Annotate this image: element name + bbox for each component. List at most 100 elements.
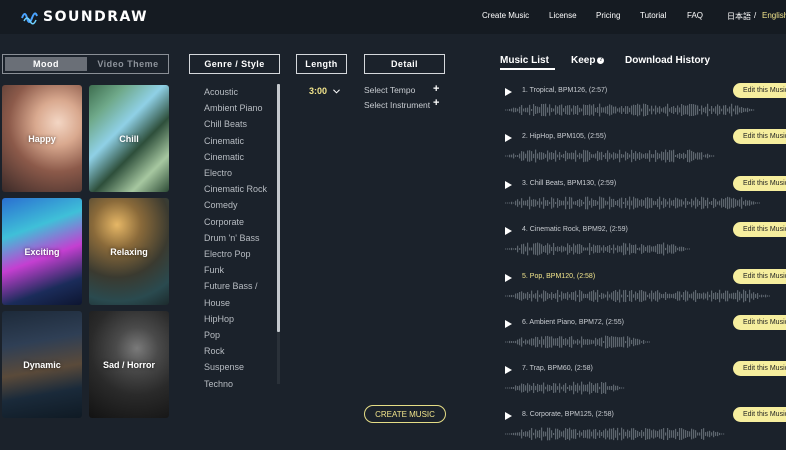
genre-item[interactable]: Drum 'n' Bass — [204, 230, 276, 246]
lang-english[interactable]: English — [762, 11, 786, 20]
genre-item[interactable]: Future Bass / — [204, 278, 276, 294]
nav-tutorial[interactable]: Tutorial — [640, 11, 666, 20]
mood-card-exciting[interactable]: Exciting — [2, 198, 82, 305]
top-header: SOUNDRAW Create Music License Pricing Tu… — [0, 0, 786, 34]
mood-tab-group: Mood Video Theme — [2, 54, 169, 74]
waveform[interactable] — [505, 242, 690, 256]
play-icon[interactable] — [505, 366, 512, 374]
waveform[interactable] — [505, 381, 625, 395]
play-icon[interactable] — [505, 181, 512, 189]
plus-icon[interactable]: + — [433, 83, 439, 95]
lang-japanese[interactable]: 日本語 — [727, 11, 751, 22]
mood-label: Happy — [28, 133, 56, 144]
mood-label: Relaxing — [110, 246, 148, 257]
genre-scrollbar-thumb[interactable] — [277, 84, 280, 332]
track-title: 3. Chill Beats, BPM130, (2:59) — [522, 180, 617, 187]
select-instrument-label: Select Instrument — [364, 100, 431, 110]
edit-this-music-button[interactable]: Edit this Music — [733, 129, 786, 144]
waveform[interactable] — [505, 103, 755, 117]
track-row: 5. Pop, BPM120, (2:58) Edit this Music — [505, 269, 786, 312]
mood-label: Exciting — [24, 246, 60, 257]
genre-style-button[interactable]: Genre / Style — [189, 54, 280, 74]
genre-item[interactable]: Funk — [204, 262, 276, 278]
help-icon[interactable]: ? — [597, 56, 605, 64]
mood-card-chill[interactable]: Chill — [89, 85, 169, 192]
tab-video-theme[interactable]: Video Theme — [89, 57, 167, 71]
waveform[interactable] — [505, 289, 770, 303]
genre-list: Acoustic Ambient Piano Chill Beats Cinem… — [204, 84, 276, 392]
create-music-button[interactable]: CREATE MUSIC — [364, 405, 446, 423]
edit-this-music-button[interactable]: Edit this Music — [733, 176, 786, 191]
soundraw-logo-icon — [21, 12, 38, 25]
detail-button[interactable]: Detail — [364, 54, 445, 74]
waveform[interactable] — [505, 335, 650, 349]
track-title: 1. Tropical, BPM126, (2:57) — [522, 87, 608, 94]
mood-label: Sad / Horror — [102, 359, 155, 370]
genre-item[interactable]: Pop — [204, 327, 276, 343]
select-instrument[interactable]: Select Instrument — [364, 100, 430, 110]
waveform[interactable] — [505, 196, 760, 210]
nav-pricing[interactable]: Pricing — [596, 11, 620, 20]
genre-item[interactable]: Chill Beats — [204, 116, 276, 132]
mood-card-dynamic[interactable]: Dynamic — [2, 311, 82, 418]
genre-item[interactable]: Cinematic Rock — [204, 181, 276, 197]
logo[interactable]: SOUNDRAW — [20, 6, 148, 28]
track-title: 4. Cinematic Rock, BPM92, (2:59) — [522, 226, 628, 233]
genre-item[interactable]: Comedy — [204, 197, 276, 213]
brand-name: SOUNDRAW — [43, 9, 149, 25]
play-icon[interactable] — [505, 412, 512, 420]
length-button[interactable]: Length — [296, 54, 347, 74]
genre-item[interactable]: House — [204, 295, 276, 311]
tab-download-history[interactable]: Download History — [625, 55, 710, 66]
active-tab-underline — [500, 68, 555, 70]
genre-item[interactable]: Cinematic — [204, 149, 276, 165]
track-row: 1. Tropical, BPM126, (2:57) Edit this Mu… — [505, 83, 786, 126]
play-icon[interactable] — [505, 134, 512, 142]
track-title: 7. Trap, BPM60, (2:58) — [522, 365, 593, 372]
mood-label: Dynamic — [23, 359, 61, 370]
genre-item[interactable]: Techno — [204, 376, 276, 392]
tab-music-list[interactable]: Music List — [500, 55, 549, 66]
chevron-down-icon — [333, 88, 340, 94]
track-row: 4. Cinematic Rock, BPM92, (2:59) Edit th… — [505, 222, 786, 265]
mood-card-happy[interactable]: Happy — [2, 85, 82, 192]
genre-item[interactable]: Electro Pop — [204, 246, 276, 262]
nav-create-music[interactable]: Create Music — [482, 11, 529, 20]
edit-this-music-button[interactable]: Edit this Music — [733, 83, 786, 98]
track-title: 6. Ambient Piano, BPM72, (2:55) — [522, 319, 624, 326]
edit-this-music-button[interactable]: Edit this Music — [733, 315, 786, 330]
genre-item[interactable]: Ambient Piano — [204, 100, 276, 116]
genre-item[interactable]: Cinematic — [204, 133, 276, 149]
edit-this-music-button[interactable]: Edit this Music — [733, 407, 786, 422]
nav-license[interactable]: License — [549, 11, 577, 20]
genre-item[interactable]: Rock — [204, 343, 276, 359]
play-icon[interactable] — [505, 320, 512, 328]
edit-this-music-button[interactable]: Edit this Music — [733, 269, 786, 284]
plus-icon[interactable]: + — [433, 97, 439, 109]
select-tempo[interactable]: Select Tempo — [364, 85, 415, 95]
edit-this-music-button[interactable]: Edit this Music — [733, 361, 786, 376]
length-selector[interactable]: 3:00 — [309, 86, 340, 96]
mood-label: Chill — [119, 133, 139, 144]
edit-this-music-button[interactable]: Edit this Music — [733, 222, 786, 237]
waveform[interactable] — [505, 427, 725, 441]
track-row: 6. Ambient Piano, BPM72, (2:55) Edit thi… — [505, 315, 786, 358]
genre-item[interactable]: Suspense — [204, 359, 276, 375]
track-title: 8. Corporate, BPM125, (2:58) — [522, 411, 614, 418]
mood-card-sad-horror[interactable]: Sad / Horror — [89, 311, 169, 418]
lang-separator: / — [754, 11, 757, 20]
waveform[interactable] — [505, 149, 715, 163]
genre-item[interactable]: HipHop — [204, 311, 276, 327]
play-icon[interactable] — [505, 88, 512, 96]
mood-card-relaxing[interactable]: Relaxing — [89, 198, 169, 305]
genre-item[interactable]: Acoustic — [204, 84, 276, 100]
genre-item[interactable]: Corporate — [204, 214, 276, 230]
genre-item[interactable]: Electro — [204, 165, 276, 181]
nav-faq[interactable]: FAQ — [687, 11, 703, 20]
tab-mood[interactable]: Mood — [5, 57, 87, 71]
track-title: 5. Pop, BPM120, (2:58) — [522, 273, 596, 280]
play-icon[interactable] — [505, 227, 512, 235]
tab-keep[interactable]: Keep? — [571, 55, 605, 66]
track-row: 8. Corporate, BPM125, (2:58) Edit this M… — [505, 407, 786, 450]
play-icon[interactable] — [505, 274, 512, 282]
